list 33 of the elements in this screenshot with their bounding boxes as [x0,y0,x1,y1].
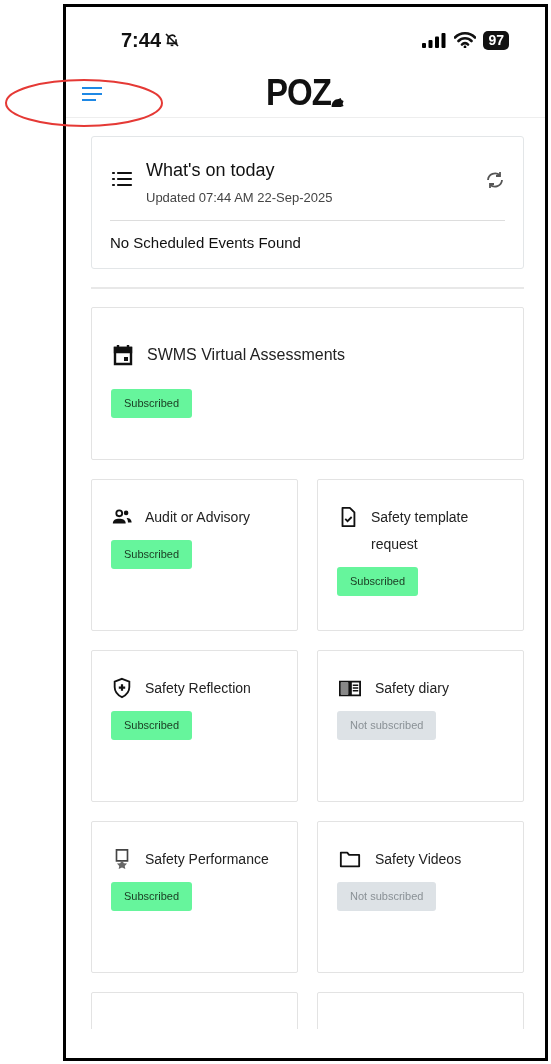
status-badge: Subscribed [111,389,193,418]
empty-events-message: No Scheduled Events Found [110,233,301,251]
signal-icon [422,32,447,48]
card-title: Safety Reflection [145,679,251,698]
battery-indicator: 97 [483,30,509,50]
status-badge: Not subscribed [337,882,437,911]
shield-plus-icon [111,677,133,699]
wifi-icon [454,32,477,48]
updated-time: Updated 07:44 AM 22-Sep-2025 [146,189,334,207]
menu-icon [81,85,103,102]
card-title: Safety Performance [145,850,269,869]
status-badge: Subscribed [111,882,193,911]
card-title: Audit or Advisory [145,508,251,527]
service-card[interactable]: SWMS Virtual Assessments Subscribed [91,307,524,460]
card-title: Safety Videos [375,850,462,869]
calendar-icon [111,343,135,367]
card-title: Safety template request [371,508,470,554]
service-card[interactable]: Safety diary Not subscribed [317,650,524,802]
service-card[interactable]: Safety Reflection Subscribed [91,650,298,802]
service-card[interactable]: Safety Performance Subscribed [91,821,298,973]
bell-off-icon [164,32,181,48]
service-card[interactable]: Safety template request Subscribed [317,479,524,631]
service-card[interactable]: Safety Videos Not subscribed [317,821,524,973]
status-badge: Subscribed [337,567,419,596]
status-badge: Subscribed [111,711,193,740]
status-badge: Not subscribed [337,711,437,740]
card-title: Safety diary [375,679,449,698]
service-card[interactable]: Audit or Advisory Subscribed [91,479,298,631]
status-time: 7:44 [121,28,162,53]
card-title: SWMS Virtual Assessments [147,345,345,365]
status-badge: Subscribed [111,540,193,569]
logo: POZ [266,75,345,111]
today-title: What's on today [146,159,276,182]
